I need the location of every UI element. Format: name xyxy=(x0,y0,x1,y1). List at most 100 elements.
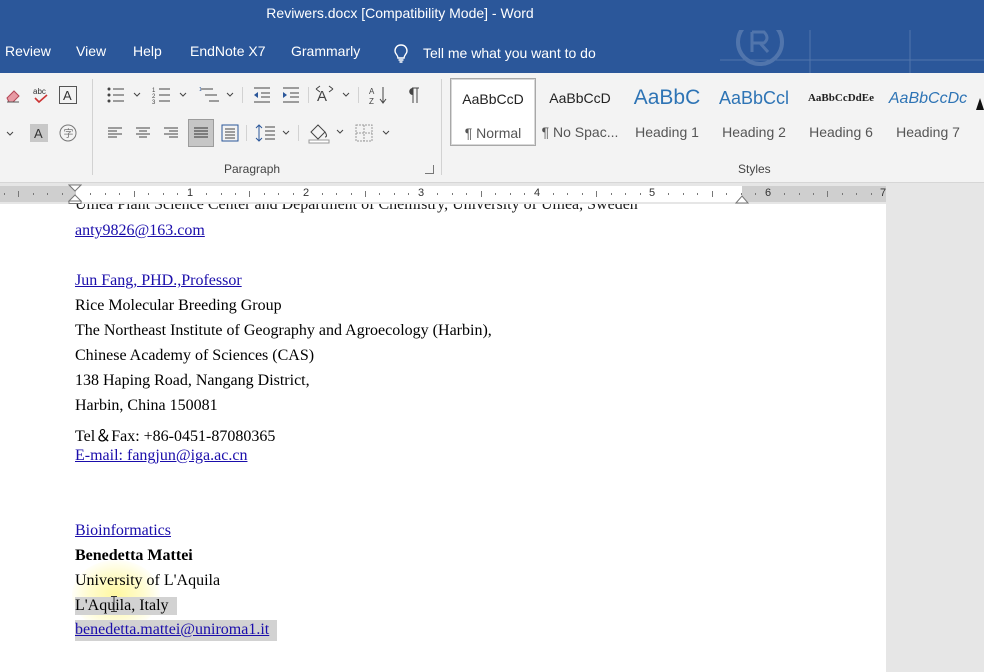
ruler-tick xyxy=(32,193,34,195)
address-line: Harbin, China 150081 xyxy=(75,397,218,414)
styles-gallery: AaBbCcD ¶ Normal AaBbCcD ¶ No Spac... Aa… xyxy=(450,78,984,146)
show-formatting-marks-button[interactable] xyxy=(401,83,425,107)
ruler-left-margin xyxy=(0,186,76,202)
character-border-button[interactable]: A xyxy=(57,83,79,107)
align-center-icon xyxy=(136,127,150,138)
clear-formatting-button[interactable] xyxy=(2,83,24,107)
sort-az-icon: AZ xyxy=(369,87,387,105)
tab-grammarly[interactable]: Grammarly xyxy=(291,43,360,59)
right-indent-marker-icon[interactable] xyxy=(735,192,749,204)
section-heading-bioinformatics[interactable]: Bioinformatics xyxy=(75,522,171,540)
style-no-spacing[interactable]: AaBbCcD ¶ No Spac... xyxy=(537,78,623,146)
ruler-right-margin xyxy=(742,186,886,202)
ruler-tick xyxy=(870,193,872,195)
style-preview: AaBbCcDc xyxy=(888,90,968,107)
tab-endnote[interactable]: EndNote X7 xyxy=(190,43,266,59)
ruler-tick xyxy=(148,193,150,195)
style-preview: AaBbCcl xyxy=(718,88,790,108)
outdent-icon xyxy=(254,87,270,103)
bullet-list-icon xyxy=(107,87,141,103)
enclose-characters-button[interactable]: 字 xyxy=(57,121,79,145)
address-line: Chinese Academy of Sciences (CAS) xyxy=(75,347,315,364)
tab-view[interactable]: View xyxy=(76,43,106,59)
pilcrow-icon xyxy=(409,87,419,103)
shading-button[interactable] xyxy=(306,121,348,145)
style-normal[interactable]: AaBbCcD ¶ Normal xyxy=(450,78,536,146)
ruler-tick xyxy=(552,193,554,195)
affiliation-line-clipped: Umea Plant Science Center and Department… xyxy=(75,204,638,213)
indent-marker-icon[interactable] xyxy=(68,184,82,204)
sort-button[interactable]: AZ xyxy=(367,83,391,107)
styles-more-icon[interactable] xyxy=(974,96,984,112)
address-line: Rice Molecular Breeding Group xyxy=(75,297,282,314)
ruler-tick xyxy=(292,193,294,195)
reviewer-name-jun-fang[interactable]: Jun Fang, PHD.,Professor xyxy=(75,272,242,290)
distributed-button[interactable] xyxy=(218,121,242,145)
numbering-button[interactable]: 123 xyxy=(150,83,190,107)
chevron-down-icon xyxy=(6,131,14,136)
ruler-tick xyxy=(47,193,49,195)
decrease-indent-button[interactable] xyxy=(250,83,274,107)
ruler-tick xyxy=(856,193,858,195)
lightbulb-icon xyxy=(394,44,408,63)
ruler-tick xyxy=(437,193,439,195)
email-link-fangjun[interactable]: E-mail: fangjun@iga.ac.cn xyxy=(75,447,247,465)
style-name: ¶ Normal xyxy=(464,125,522,141)
svg-text:Z: Z xyxy=(369,97,374,105)
text-effects-button[interactable]: abc xyxy=(30,83,52,107)
increase-indent-button[interactable] xyxy=(279,83,303,107)
ribbon: abc A A 字 123 1 A AZ Paragraph AaBbCcD ¶… xyxy=(0,73,984,183)
email-link-anty[interactable]: anty9826@163.com xyxy=(75,222,205,240)
ruler-tick xyxy=(509,193,511,195)
font-color-dropdown[interactable] xyxy=(0,121,20,145)
ruler-number: 1 xyxy=(187,187,194,199)
style-heading-1[interactable]: AaBbC Heading 1 xyxy=(624,78,710,146)
line-spacing-button[interactable] xyxy=(253,121,293,145)
style-preview: AaBbC xyxy=(633,86,701,109)
email-link-mattei-selected[interactable]: benedetta.mattei@uniroma1.it xyxy=(75,620,278,641)
horizontal-ruler[interactable]: 1 2 3 4 5 6 7 xyxy=(0,184,984,204)
svg-text:1: 1 xyxy=(199,87,202,93)
ruler-tick xyxy=(639,193,641,195)
ruler-tick xyxy=(408,193,410,195)
bullets-button[interactable] xyxy=(104,83,144,107)
ruler-tick xyxy=(610,193,612,195)
justify-button[interactable] xyxy=(188,119,214,147)
ibeam-cursor-icon xyxy=(111,596,117,612)
svg-text:A: A xyxy=(34,126,43,141)
numbered-list-icon: 123 xyxy=(152,88,187,105)
ruler-tick xyxy=(755,193,757,195)
ruler-tick xyxy=(841,193,843,195)
ribbon-tab-bar: Review View Help EndNote X7 Grammarly Te… xyxy=(0,30,984,103)
ruler-tick xyxy=(827,191,829,197)
ruler-tick xyxy=(133,191,135,197)
style-heading-2[interactable]: AaBbCcl Heading 2 xyxy=(711,78,797,146)
style-name: ¶ No Spac... xyxy=(541,124,619,140)
svg-text:字: 字 xyxy=(64,127,74,140)
ruler-tick xyxy=(104,193,106,195)
paragraph-dialog-launcher[interactable] xyxy=(425,165,434,174)
align-left-button[interactable] xyxy=(104,121,126,145)
tell-me-search[interactable]: Tell me what you want to do xyxy=(391,43,596,63)
align-center-button[interactable] xyxy=(132,121,154,145)
chinese-layout-button[interactable]: A xyxy=(314,83,352,107)
tab-help[interactable]: Help xyxy=(133,43,162,59)
ruler-tick xyxy=(480,191,482,197)
style-heading-6[interactable]: AaBbCcDdEe Heading 6 xyxy=(798,78,884,146)
style-name: Heading 6 xyxy=(809,124,873,140)
tab-review[interactable]: Review xyxy=(5,43,51,59)
address-line: University of L'Aquila xyxy=(75,572,221,589)
ruler-tick xyxy=(249,191,251,197)
multilevel-list-button[interactable]: 1 xyxy=(197,83,237,107)
document-page[interactable]: Umea Plant Science Center and Department… xyxy=(0,204,886,672)
align-right-button[interactable] xyxy=(160,121,182,145)
ruler-tick xyxy=(740,193,742,195)
style-name: Heading 7 xyxy=(896,124,960,140)
distributed-icon xyxy=(221,124,239,142)
character-shading-button[interactable]: A xyxy=(28,121,50,145)
ruler-tick xyxy=(18,191,20,197)
borders-button[interactable] xyxy=(352,121,394,145)
ruler-tick xyxy=(321,193,323,195)
eraser-icon xyxy=(6,90,20,103)
style-heading-7[interactable]: AaBbCcDc Heading 7 xyxy=(885,78,971,146)
